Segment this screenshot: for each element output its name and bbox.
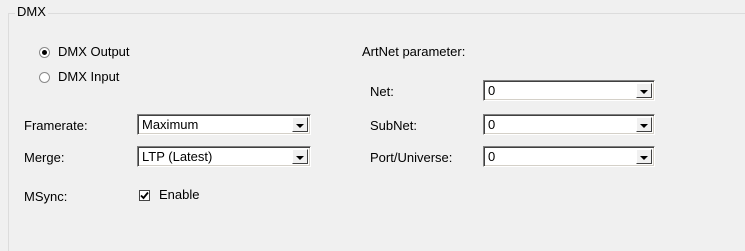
dmx-output-label: DMX Output <box>58 44 130 59</box>
msync-enable-label: Enable <box>159 187 200 202</box>
net-dropdown-button[interactable] <box>636 83 652 98</box>
chevron-down-icon <box>296 155 304 160</box>
merge-value: LTP (Latest) <box>142 149 213 164</box>
chevron-down-icon <box>640 123 648 128</box>
dmx-group-title: DMX <box>15 4 48 20</box>
subnet-value: 0 <box>488 117 496 132</box>
dmx-output-radio-option[interactable]: DMX Output <box>39 44 130 60</box>
chevron-down-icon <box>640 155 648 160</box>
port-universe-select[interactable]: 0 <box>483 146 655 167</box>
msync-enable-checkbox[interactable] <box>139 189 150 201</box>
dmx-input-label: DMX Input <box>58 69 120 84</box>
net-value: 0 <box>488 83 496 98</box>
checkmark-icon <box>140 191 149 199</box>
framerate-label: Framerate: <box>24 118 88 133</box>
dmx-input-radio-option[interactable]: DMX Input <box>39 69 119 85</box>
subnet-select[interactable]: 0 <box>483 114 655 135</box>
merge-dropdown-button[interactable] <box>292 149 308 164</box>
subnet-label: SubNet: <box>370 118 417 133</box>
net-select[interactable]: 0 <box>483 80 655 101</box>
framerate-value: Maximum <box>142 117 199 132</box>
port-universe-dropdown-button[interactable] <box>636 149 652 164</box>
chevron-down-icon <box>296 123 304 128</box>
dmx-input-radio[interactable] <box>39 71 50 83</box>
framerate-dropdown-button[interactable] <box>292 117 308 132</box>
port-universe-label: Port/Universe: <box>370 150 453 165</box>
msync-enable-option[interactable]: Enable <box>139 187 199 203</box>
artnet-heading: ArtNet parameter: <box>362 44 466 59</box>
dmx-output-radio[interactable] <box>39 46 50 58</box>
chevron-down-icon <box>640 89 648 94</box>
merge-label: Merge: <box>24 150 65 165</box>
framerate-select[interactable]: Maximum <box>137 114 311 135</box>
subnet-dropdown-button[interactable] <box>636 117 652 132</box>
net-label: Net: <box>370 84 394 99</box>
port-universe-value: 0 <box>488 149 496 164</box>
msync-label: MSync: <box>24 189 68 204</box>
merge-select[interactable]: LTP (Latest) <box>137 146 311 167</box>
